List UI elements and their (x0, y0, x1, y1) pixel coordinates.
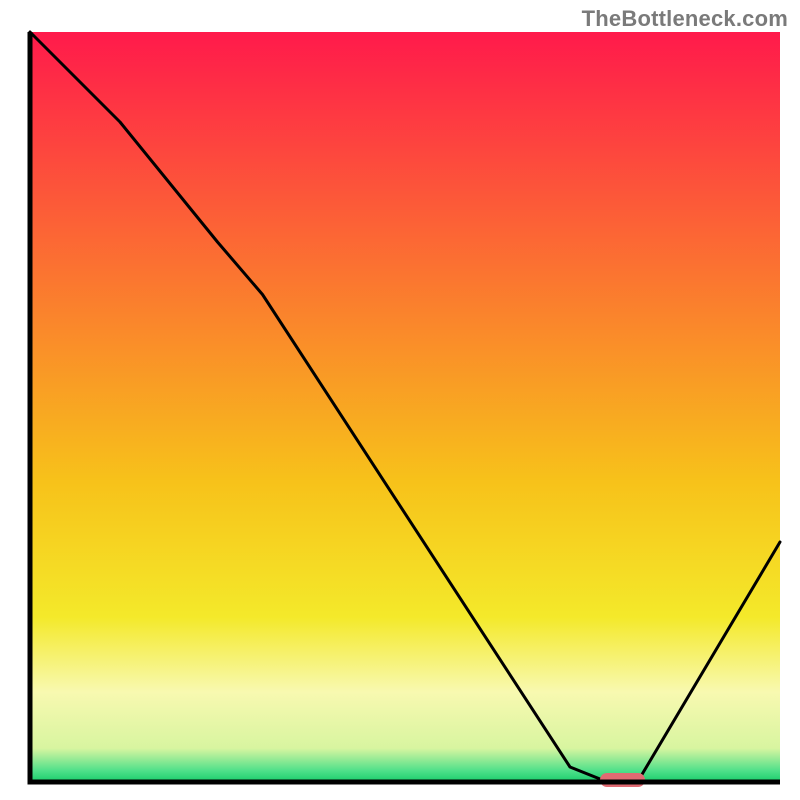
attribution-label: TheBottleneck.com (582, 6, 788, 32)
plot-background (30, 32, 780, 782)
chart-container: TheBottleneck.com (0, 0, 800, 800)
bottleneck-chart (0, 0, 800, 800)
